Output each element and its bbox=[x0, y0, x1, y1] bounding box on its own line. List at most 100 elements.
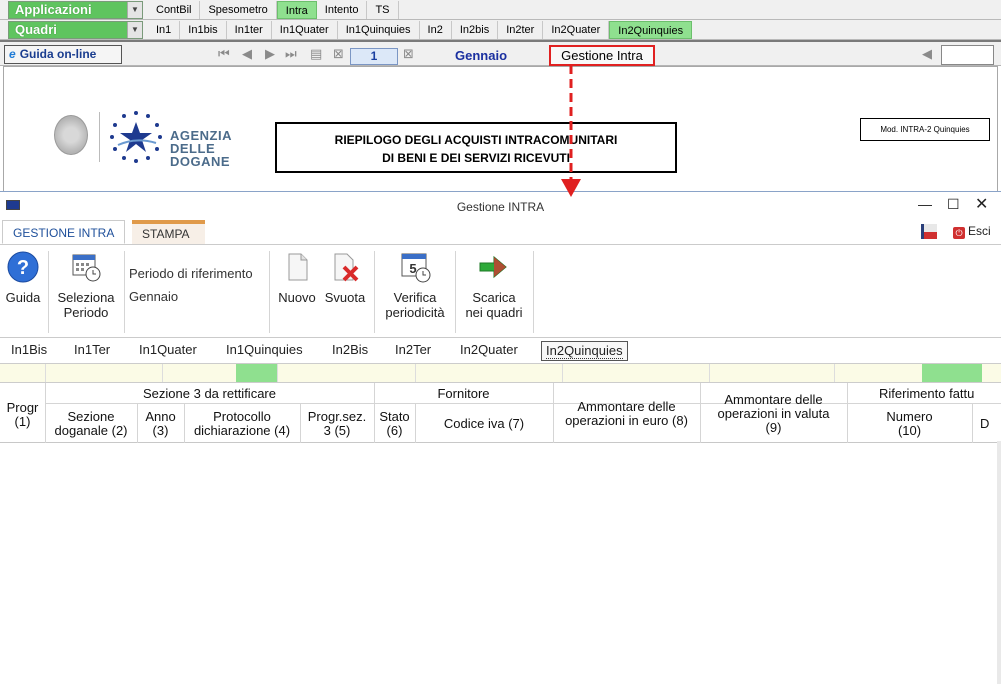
chevron-down-icon[interactable]: ▼ bbox=[127, 2, 142, 18]
next-page-icon[interactable]: ▶ bbox=[265, 46, 275, 62]
esci-button[interactable]: ⏻ Esci bbox=[953, 224, 991, 239]
col-stato[interactable]: Stato (6) bbox=[374, 410, 415, 438]
col-ammontare-euro[interactable]: Ammontare delle operazioni in euro (8) bbox=[553, 400, 700, 428]
col-data-cut[interactable]: D bbox=[980, 417, 1000, 431]
col-progr-sez-l1: Progr.sez. bbox=[307, 409, 367, 424]
document-title-line1: RIEPILOGO DEGLI ACQUISTI INTRACOMUNITARI bbox=[334, 133, 618, 147]
subtab-in1quinquies[interactable]: In1Quinquies bbox=[226, 341, 303, 359]
col-codice-iva[interactable]: Codice iva (7) bbox=[415, 417, 553, 431]
verifica-periodicita-button[interactable]: 5 Verifica periodicità bbox=[380, 251, 450, 320]
col-sezione-doganale[interactable]: Sezione doganale (2) bbox=[45, 410, 137, 438]
period-month: Gennaio bbox=[455, 48, 508, 63]
ribbon: ? Guida Seleziona Periodo Periodo di rif… bbox=[0, 244, 1001, 338]
dialog-title: Gestione INTRA bbox=[456, 200, 545, 214]
close-icon[interactable]: ✕ bbox=[975, 194, 988, 214]
col-ammontare-valuta-l2: operazioni in valuta bbox=[717, 406, 830, 421]
app-tab-ts[interactable]: TS bbox=[367, 1, 399, 19]
col-ammontare-euro-l1: Ammontare delle bbox=[577, 399, 676, 414]
subtab-in2quinquies[interactable]: In2Quinquies bbox=[541, 341, 628, 361]
col-progr[interactable]: Progr (1) bbox=[0, 401, 45, 429]
col-protocollo[interactable]: Protocollo dichiarazione (4) bbox=[184, 410, 300, 438]
quadri-combo[interactable]: Quadri ▼ bbox=[8, 21, 143, 39]
quadro-tab-in1bis[interactable]: In1bis bbox=[180, 21, 227, 39]
page-number-field[interactable]: 1 bbox=[350, 48, 398, 65]
quadro-tab-in1quater[interactable]: In1Quater bbox=[272, 21, 338, 39]
subtab-in1ter[interactable]: In1Ter bbox=[74, 341, 110, 359]
col-ammontare-valuta[interactable]: Ammontare delle operazioni in valuta (9) bbox=[700, 393, 847, 435]
flag-icon[interactable] bbox=[921, 224, 937, 239]
quadro-tab-in1[interactable]: In1 bbox=[148, 21, 181, 39]
new-page-icon[interactable]: ▤ bbox=[310, 46, 322, 62]
applicazioni-combo[interactable]: Applicazioni ▼ bbox=[8, 1, 143, 19]
grid-line bbox=[972, 403, 973, 443]
first-page-icon[interactable]: ⏮ bbox=[218, 46, 230, 62]
quadri-tabs: In1 In1bis In1ter In1Quater In1Quinquies In2 I… bbox=[148, 21, 693, 39]
col-anno[interactable]: Anno (3) bbox=[137, 410, 184, 438]
quadro-tab-in2quinquies[interactable]: In2Quinquies bbox=[609, 21, 693, 39]
color-divider bbox=[415, 364, 416, 382]
chevron-down-icon[interactable]: ▼ bbox=[127, 22, 142, 38]
quadro-tab-in2quater[interactable]: In2Quater bbox=[543, 21, 610, 39]
right-value-field[interactable] bbox=[941, 45, 994, 65]
app-tab-contbil[interactable]: ContBil bbox=[148, 1, 201, 19]
grid-body[interactable] bbox=[0, 443, 997, 684]
ribbon-separator bbox=[374, 251, 375, 333]
quadro-tab-in1ter[interactable]: In1ter bbox=[227, 21, 272, 39]
esci-label: Esci bbox=[968, 224, 991, 238]
applicazioni-label: Applicazioni bbox=[15, 2, 92, 17]
ribbon-separator bbox=[48, 251, 49, 333]
browser-icon: e bbox=[9, 47, 16, 61]
agenzia-dogane-logo: AGENZIA DELLE DOGANE bbox=[54, 107, 244, 171]
guida-button[interactable]: ? Guida bbox=[5, 251, 41, 305]
maximize-icon[interactable]: ☐ bbox=[947, 196, 960, 213]
last-page-icon[interactable]: ⏭ bbox=[285, 46, 297, 62]
logo-text: AGENZIA DELLE DOGANE bbox=[170, 129, 232, 168]
color-divider bbox=[277, 364, 278, 382]
goto-page-icon[interactable]: ⊠ bbox=[403, 46, 414, 62]
seleziona-periodo-button[interactable]: Seleziona Periodo bbox=[52, 251, 120, 320]
tab-gestione-intra[interactable]: GESTIONE INTRA bbox=[2, 220, 126, 244]
toolbar: e Guida on-line ⏮ ◀ ▶ ⏭ ▤ ⊠ 1 ⊠ Gennaio G… bbox=[0, 40, 1001, 66]
subtab-in1bis[interactable]: In1Bis bbox=[11, 341, 47, 359]
app-tab-intra[interactable]: Intra bbox=[276, 1, 317, 19]
quadro-tab-in1quinquies[interactable]: In1Quinquies bbox=[338, 21, 420, 39]
scroll-left-icon[interactable]: ◀ bbox=[922, 46, 932, 62]
guida-online-button[interactable]: e Guida on-line bbox=[4, 45, 122, 64]
tab-stampa[interactable]: STAMPA bbox=[132, 220, 205, 244]
scarica-nei-quadri-button[interactable]: Scarica nei quadri bbox=[460, 251, 528, 320]
help-icon: ? bbox=[7, 251, 39, 283]
calendar-check-icon: 5 bbox=[401, 253, 431, 283]
col-numero[interactable]: Numero (10) bbox=[847, 410, 972, 438]
subtab-in2bis[interactable]: In2Bis bbox=[332, 341, 368, 359]
customs-star-icon bbox=[110, 111, 162, 163]
seleziona-label1: Seleziona bbox=[57, 290, 115, 305]
col-sezione-doganale-l1: Sezione bbox=[67, 409, 115, 424]
seleziona-label2: Periodo bbox=[63, 305, 109, 320]
logo-line3: DOGANE bbox=[170, 154, 231, 169]
vertical-scrollbar[interactable] bbox=[997, 441, 1001, 684]
col-progr-sez[interactable]: Progr.sez. 3 (5) bbox=[300, 410, 374, 438]
col-progr-sez-l2: 3 (5) bbox=[323, 423, 351, 438]
app-tab-spesometro[interactable]: Spesometro bbox=[200, 1, 277, 19]
svuota-button[interactable]: Svuota bbox=[321, 251, 369, 305]
subtab-in1quater[interactable]: In1Quater bbox=[139, 341, 197, 359]
color-segment bbox=[922, 364, 982, 382]
col-stato-l1: Stato bbox=[379, 409, 410, 424]
document-preview: AGENZIA DELLE DOGANE RIEPILOGO DEGLI ACQ… bbox=[3, 66, 998, 194]
calendar-clock-icon bbox=[72, 254, 101, 282]
col-ammontare-valuta-l3: (9) bbox=[765, 420, 782, 435]
quadro-tab-in2[interactable]: In2 bbox=[420, 21, 452, 39]
previous-page-icon[interactable]: ◀ bbox=[242, 46, 252, 62]
menu-row-applicazioni: Applicazioni ▼ ContBil Spesometro Intra Int… bbox=[0, 0, 1001, 20]
delete-page-icon[interactable]: ⊠ bbox=[333, 46, 344, 62]
nuovo-button[interactable]: Nuovo bbox=[276, 251, 318, 305]
clear-document-icon bbox=[334, 253, 359, 282]
subtab-in2quater[interactable]: In2Quater bbox=[460, 341, 518, 359]
minimize-icon[interactable]: — bbox=[918, 196, 932, 212]
mod-label: Mod. INTRA-2 Quinquies bbox=[860, 118, 990, 141]
quadro-tab-in2bis[interactable]: In2bis bbox=[452, 21, 499, 39]
app-tab-intento[interactable]: Intento bbox=[317, 1, 368, 19]
quadro-tab-in2ter[interactable]: In2ter bbox=[498, 21, 544, 39]
grid-line bbox=[45, 403, 1001, 404]
subtab-in2ter[interactable]: In2Ter bbox=[395, 341, 431, 359]
